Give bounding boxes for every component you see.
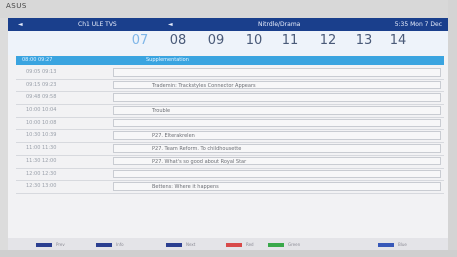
day-tab[interactable]: 11	[278, 33, 302, 48]
program-row[interactable]: 11:00 11:30 P27. Team Reform. To childhou…	[16, 143, 444, 156]
program-row[interactable]: 12:00 12:30	[16, 169, 444, 182]
day-tab[interactable]: 07	[128, 33, 152, 48]
program-title: Trouble	[152, 108, 171, 115]
program-title: Bettens: Where it happens	[152, 184, 219, 191]
program-row[interactable]: 09:05 09:13	[16, 67, 444, 80]
day-tab[interactable]: 12	[316, 33, 340, 48]
program-time: 10:30 10:39	[26, 132, 57, 139]
program-title: Trademin: Trackstyles Connector Appears	[152, 82, 256, 89]
program-title: P27. Elterakrelen	[152, 133, 195, 140]
day-tab[interactable]: 13	[352, 33, 376, 48]
day-tab[interactable]: 14	[386, 33, 410, 48]
program-cell[interactable]: Trademin: Trackstyles Connector Appears	[113, 80, 441, 90]
program-cell[interactable]: P27. Elterakrelen	[113, 131, 441, 140]
green-key-icon[interactable]	[268, 243, 284, 247]
genre-label: Nitrdle/Drama	[258, 21, 301, 28]
program-cell[interactable]: Trouble	[113, 106, 441, 115]
key-label: Info	[116, 242, 124, 247]
program-time: 11:30 12:00	[26, 157, 57, 164]
program-cell[interactable]	[113, 93, 441, 102]
program-cell[interactable]	[113, 118, 441, 128]
program-list: 09:05 09:13 09:15 09:23 Trademin: Trackst…	[16, 67, 444, 194]
day-tab[interactable]: 08	[166, 33, 190, 48]
prev-channel-icon[interactable]: ◄	[18, 21, 23, 28]
epg-screen: ◄ Ch1 ULE TVS ◄ Nitrdle/Drama 5:35 Mon 7…	[8, 18, 448, 250]
program-row[interactable]: 09:48 09:58	[16, 92, 444, 106]
epg-header: ◄ Ch1 ULE TVS ◄ Nitrdle/Drama 5:35 Mon 7…	[8, 18, 448, 31]
tv-bezel-top: ASUS	[0, 0, 457, 18]
program-time: 10:00 10:04	[26, 107, 57, 114]
program-time: 09:15 09:23	[26, 81, 57, 88]
program-time: 09:48 09:58	[26, 94, 57, 101]
key-icon[interactable]	[96, 243, 112, 247]
genre-prev-icon[interactable]: ◄	[168, 21, 173, 28]
program-row[interactable]: 10:30 10:39 P27. Elterakrelen	[16, 130, 444, 144]
program-title: P27. Team Reform. To childhousette	[152, 146, 242, 153]
key-label: Green	[288, 242, 301, 247]
program-row[interactable]: 11:30 12:00 P27. What's so good about Roy…	[16, 156, 444, 169]
day-strip: 07 08 09 10 11 12 13 14	[8, 31, 448, 55]
key-label: Next	[186, 242, 196, 247]
program-time: 10:00 10:08	[26, 119, 57, 126]
program-row[interactable]: 10:00 10:08	[16, 118, 444, 131]
selected-time: 08:00 09:27	[22, 57, 53, 63]
day-tab[interactable]: 10	[242, 33, 266, 48]
program-cell[interactable]	[113, 169, 441, 178]
blue-key-icon[interactable]	[378, 243, 394, 247]
clock: 5:35 Mon 7 Dec	[394, 21, 442, 28]
key-icon[interactable]	[36, 243, 52, 247]
program-row[interactable]: 10:00 10:04 Trouble	[16, 105, 444, 118]
red-key-icon[interactable]	[226, 243, 242, 247]
channel-name: Ch1 ULE TVS	[78, 21, 117, 28]
color-key-bar: Prev Info Next Red Green Blue	[8, 238, 448, 250]
selected-program-row[interactable]: 08:00 09:27 Supplementation	[16, 56, 444, 65]
tv-bezel-bottom	[0, 250, 457, 257]
program-row[interactable]: 12:30 13:00 Bettens: Where it happens	[16, 181, 444, 194]
bezel-brand-label: ASUS	[6, 2, 27, 10]
selected-program: Supplementation	[146, 57, 189, 63]
day-tab[interactable]: 09	[204, 33, 228, 48]
key-icon[interactable]	[166, 243, 182, 247]
key-label: Blue	[398, 242, 407, 247]
key-label: Prev	[56, 242, 65, 247]
program-time: 09:05 09:13	[26, 69, 57, 75]
program-time: 12:30 13:00	[26, 183, 57, 190]
key-label: Red	[246, 242, 254, 247]
program-row[interactable]: 09:15 09:23 Trademin: Trackstyles Connect…	[16, 80, 444, 93]
program-cell[interactable]: Bettens: Where it happens	[113, 182, 441, 191]
program-cell[interactable]	[113, 68, 441, 77]
program-cell[interactable]: P27. What's so good about Royal Star	[113, 156, 441, 166]
program-cell[interactable]: P27. Team Reform. To childhousette	[113, 144, 441, 153]
program-time: 11:00 11:30	[26, 145, 57, 152]
tv-bezel-right	[448, 0, 457, 257]
program-title: P27. What's so good about Royal Star	[152, 158, 247, 165]
program-time: 12:00 12:30	[26, 170, 57, 177]
